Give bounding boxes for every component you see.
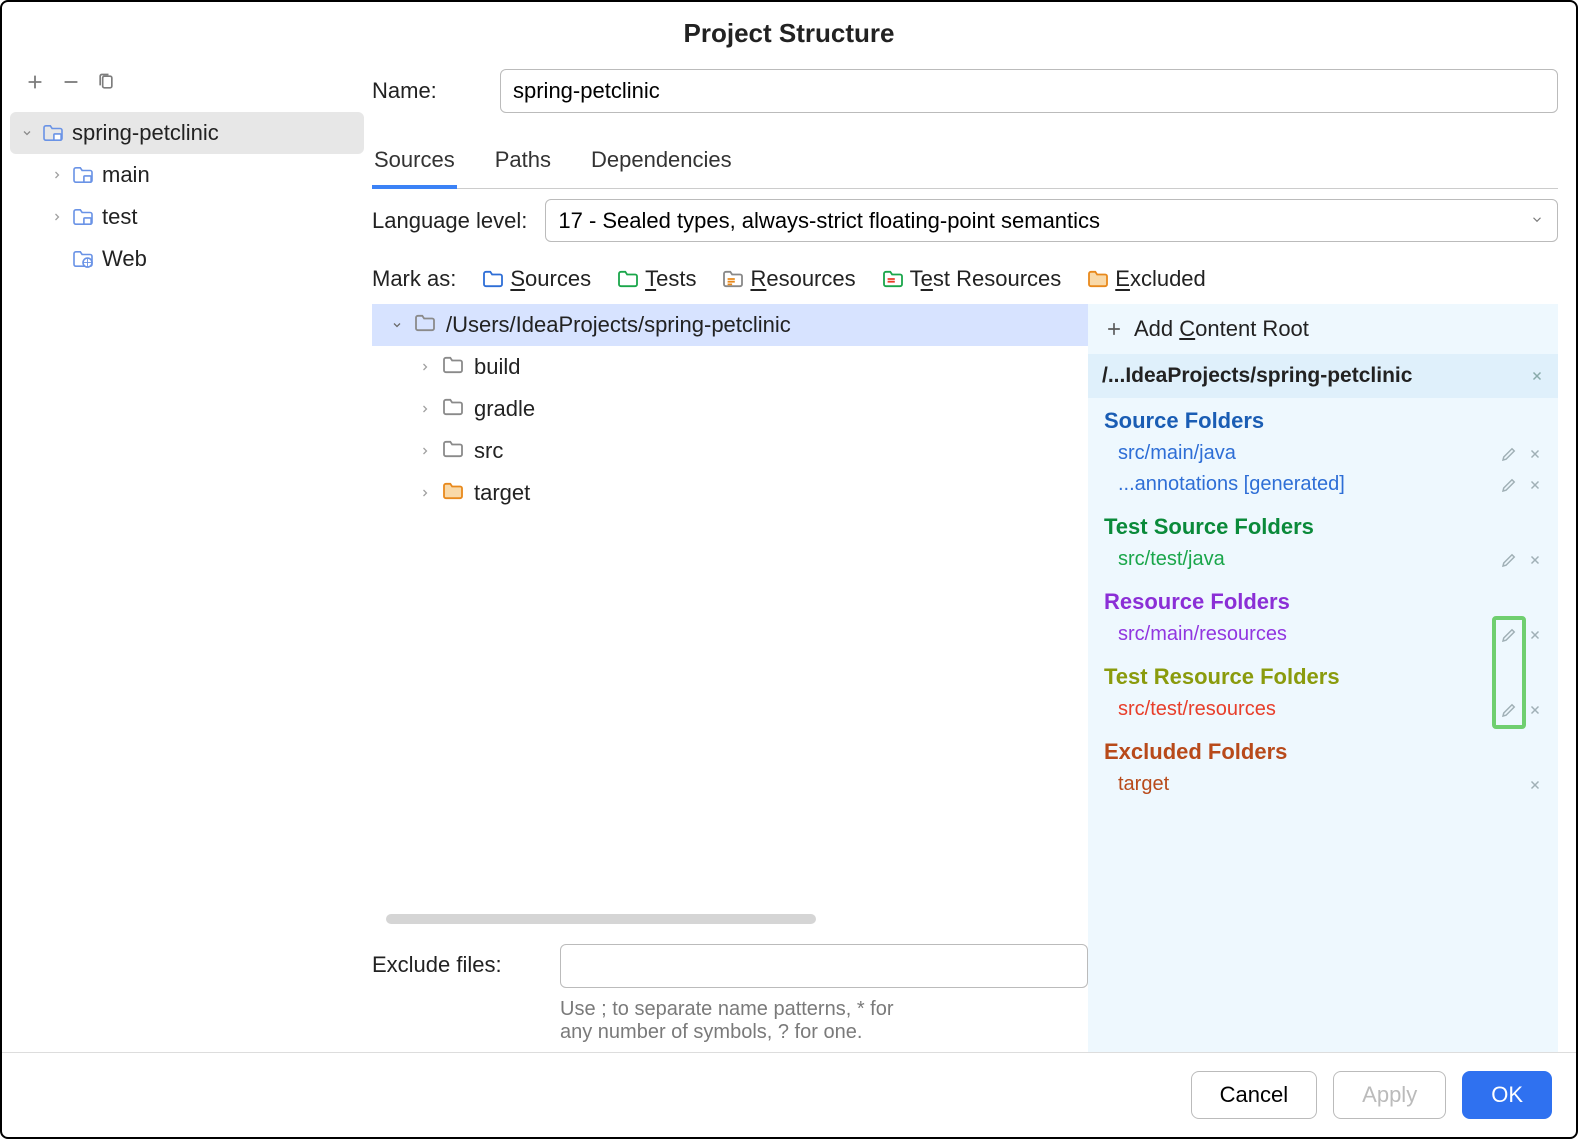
web-folder-icon (72, 250, 94, 268)
name-input[interactable] (500, 69, 1558, 113)
remove-icon[interactable] (1528, 628, 1542, 642)
module-child-main[interactable]: main (40, 154, 364, 196)
edit-icon[interactable] (1500, 626, 1518, 644)
module-root-label: spring-petclinic (72, 120, 219, 146)
module-tree-panel: spring-petclinic main test (2, 59, 372, 1052)
module-folder-icon (42, 124, 64, 142)
apply-button[interactable]: Apply (1333, 1071, 1446, 1119)
chevron-down-icon (20, 127, 34, 139)
module-folder-icon (72, 166, 94, 184)
test-source-folder-item: src/test/java (1104, 544, 1542, 575)
edit-icon[interactable] (1500, 701, 1518, 719)
ok-button[interactable]: OK (1462, 1071, 1552, 1119)
folder-icon (442, 354, 464, 380)
module-child-label: test (102, 204, 137, 230)
content-root-row[interactable]: /Users/IdeaProjects/spring-petclinic (372, 304, 1088, 346)
test-resource-folder-item: src/test/resources (1104, 694, 1542, 725)
tabs: Sources Paths Dependencies (372, 123, 1558, 189)
tab-dependencies[interactable]: Dependencies (589, 137, 734, 188)
language-level-label: Language level: (372, 208, 527, 234)
exclude-files-label: Exclude files: (372, 944, 542, 978)
add-content-root-button[interactable]: Add Content Root (1088, 304, 1558, 354)
dialog-footer: Cancel Apply OK (2, 1052, 1576, 1137)
resource-folders-title: Resource Folders (1104, 589, 1542, 619)
mark-resources-button[interactable]: Resources (722, 266, 855, 292)
module-toolbar (10, 67, 364, 112)
chevron-right-icon (50, 211, 64, 223)
chevron-right-icon (418, 445, 432, 457)
mark-as-label: Mark as: (372, 266, 456, 292)
chevron-right-icon (418, 487, 432, 499)
test-source-folders-title: Test Source Folders (1104, 514, 1542, 544)
chevron-right-icon (418, 361, 432, 373)
remove-icon[interactable] (1528, 778, 1542, 792)
resource-folder-item: src/main/resources (1104, 619, 1542, 650)
exclude-files-input[interactable] (560, 944, 1088, 988)
test-resource-folders-title: Test Resource Folders (1104, 664, 1542, 694)
remove-root-icon[interactable] (1530, 369, 1544, 383)
content-root-path: /Users/IdeaProjects/spring-petclinic (446, 312, 791, 338)
folder-row-target[interactable]: target (400, 472, 1088, 514)
module-root[interactable]: spring-petclinic (10, 112, 364, 154)
folder-row-src[interactable]: src (400, 430, 1088, 472)
excluded-folders-title: Excluded Folders (1104, 739, 1542, 769)
tab-paths[interactable]: Paths (493, 137, 553, 188)
tab-sources[interactable]: Sources (372, 137, 457, 189)
remove-icon[interactable] (1528, 478, 1542, 492)
language-level-select[interactable]: 17 - Sealed types, always-strict floatin… (545, 199, 1558, 242)
mark-excluded-button[interactable]: Excluded (1087, 266, 1206, 292)
folder-icon (442, 438, 464, 464)
exclude-files-help: Use ; to separate name patterns, * for a… (560, 998, 1020, 1044)
excluded-folder-item: target (1104, 769, 1542, 800)
excluded-folder-icon (442, 480, 464, 506)
name-label: Name: (372, 78, 482, 104)
module-child-label: Web (102, 246, 147, 272)
add-module-icon[interactable] (24, 71, 46, 98)
chevron-right-icon (418, 403, 432, 415)
chevron-down-icon (390, 319, 404, 331)
content-root-tree[interactable]: /Users/IdeaProjects/spring-petclinic bui… (372, 304, 1088, 908)
module-child-web[interactable]: Web (40, 238, 364, 280)
folder-icon (442, 396, 464, 422)
cancel-button[interactable]: Cancel (1191, 1071, 1317, 1119)
remove-icon[interactable] (1528, 447, 1542, 461)
folder-label: src (474, 438, 503, 464)
horizontal-scrollbar[interactable] (386, 914, 816, 924)
remove-icon[interactable] (1528, 703, 1542, 717)
edit-icon[interactable] (1500, 445, 1518, 463)
module-child-test[interactable]: test (40, 196, 364, 238)
source-folder-item: ...annotations [generated] (1104, 469, 1542, 500)
mark-tests-button[interactable]: Tests (617, 266, 696, 292)
folder-row-build[interactable]: build (400, 346, 1088, 388)
copy-module-icon[interactable] (96, 71, 116, 98)
folder-icon (414, 312, 436, 338)
edit-icon[interactable] (1500, 551, 1518, 569)
source-folder-item: src/main/java (1104, 438, 1542, 469)
folder-label: gradle (474, 396, 535, 422)
folder-label: target (474, 480, 530, 506)
mark-test-resources-button[interactable]: Test Resources (882, 266, 1062, 292)
content-root-path-header[interactable]: /...IdeaProjects/spring-petclinic (1088, 354, 1558, 398)
remove-icon[interactable] (1528, 553, 1542, 567)
content-roots-panel: Add Content Root /...IdeaProjects/spring… (1088, 304, 1558, 1052)
mark-sources-button[interactable]: Sources (482, 266, 591, 292)
edit-icon[interactable] (1500, 476, 1518, 494)
chevron-right-icon (50, 169, 64, 181)
dialog-title: Project Structure (2, 2, 1576, 59)
remove-module-icon[interactable] (60, 71, 82, 98)
folder-label: build (474, 354, 520, 380)
module-child-label: main (102, 162, 150, 188)
source-folders-title: Source Folders (1104, 408, 1542, 438)
module-folder-icon (72, 208, 94, 226)
folder-row-gradle[interactable]: gradle (400, 388, 1088, 430)
